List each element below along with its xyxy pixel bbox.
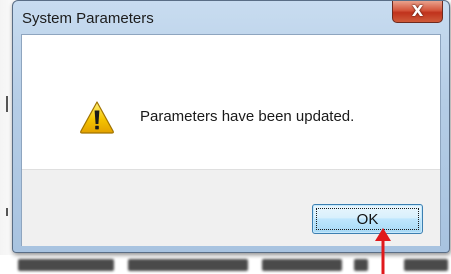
dialog-content: Parameters have been updated. OK <box>21 34 441 246</box>
dialog-message: Parameters have been updated. <box>140 108 355 125</box>
close-icon: X <box>411 2 424 20</box>
warning-icon <box>80 101 114 134</box>
ok-button-label: OK <box>356 210 379 228</box>
message-dialog: System Parameters X Parameters have been… <box>12 0 450 253</box>
dialog-title: System Parameters <box>22 10 154 27</box>
close-button[interactable]: X <box>392 1 443 23</box>
annotation-arrow-icon <box>375 228 391 274</box>
dialog-titlebar[interactable]: System Parameters X <box>13 1 449 35</box>
background-artifact <box>6 96 8 112</box>
background-artifact <box>6 208 8 216</box>
